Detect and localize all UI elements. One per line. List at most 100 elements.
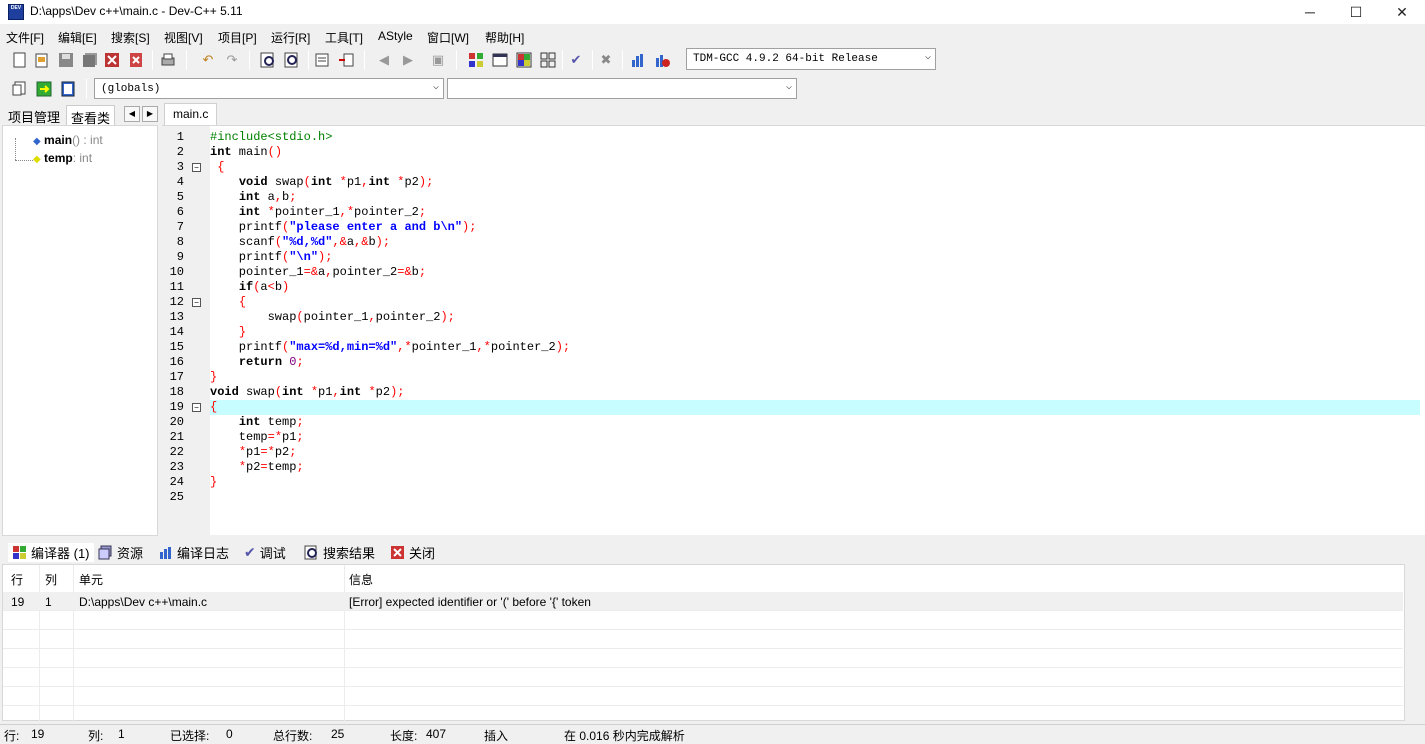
tree-item-signature: : int	[72, 151, 93, 165]
code-line[interactable]: printf("please enter a and b\n");	[210, 220, 1420, 235]
code-line[interactable]: printf("max=%d,min=%d",*pointer_1,*point…	[210, 340, 1420, 355]
menu-tools[interactable]: 工具[T]	[325, 29, 363, 46]
stop-execution-icon[interactable]: ✖	[596, 50, 616, 70]
class-toolbar: (globals) ⌵ ⌵	[4, 76, 798, 102]
tree-item-temp[interactable]: ◆ temp: int	[33, 151, 92, 165]
menu-run[interactable]: 运行[R]	[271, 29, 310, 46]
tab-close[interactable]: 关闭	[390, 543, 435, 562]
fold-toggle-icon[interactable]: −	[192, 403, 201, 412]
status-col-value: 1	[118, 727, 125, 741]
code-editor[interactable]: 1 2 3−4 5 6 7 8 9 10 11 12−13 14 15 16 17 18 19−20 21 22 23…	[162, 125, 1425, 536]
tree-item-signature: () : int	[72, 133, 103, 147]
code-line[interactable]: int a,b;	[210, 190, 1420, 205]
menu-window[interactable]: 窗口[W]	[427, 29, 469, 46]
code-line[interactable]: return 0;	[210, 355, 1420, 370]
menu-astyle[interactable]: AStyle	[378, 29, 413, 43]
column-header-unit[interactable]: 单元	[79, 571, 103, 588]
code-line[interactable]: int *pointer_1,*pointer_2;	[210, 205, 1420, 220]
tab-resources[interactable]: 资源	[98, 543, 143, 562]
code-line[interactable]: }	[210, 475, 1420, 490]
undo-icon[interactable]: ↶	[198, 50, 218, 70]
line-number: 14	[169, 325, 184, 339]
code-line[interactable]: {	[210, 400, 1420, 415]
goto-declaration-icon[interactable]	[34, 79, 54, 99]
menu-project[interactable]: 项目[P]	[218, 29, 257, 46]
tab-search-results[interactable]: 搜索结果	[304, 543, 375, 562]
menu-help[interactable]: 帮助[H]	[485, 29, 524, 46]
goto-line-icon[interactable]	[312, 50, 332, 70]
column-header-message[interactable]: 信息	[349, 571, 373, 588]
scope-select[interactable]: (globals) ⌵	[94, 78, 444, 99]
compiler-select[interactable]: TDM-GCC 4.9.2 64-bit Release ⌵	[686, 48, 936, 70]
tab-scroll-right-icon[interactable]: ▶	[142, 106, 158, 122]
column-header-line[interactable]: 行	[11, 571, 23, 588]
menu-edit[interactable]: 编辑[E]	[58, 29, 97, 46]
new-file-icon[interactable]	[10, 50, 30, 70]
code-line[interactable]: scanf("%d,%d",&a,&b);	[210, 235, 1420, 250]
save-all-icon[interactable]	[80, 50, 100, 70]
line-number: 7	[176, 220, 184, 234]
tree-item-name: main	[44, 133, 73, 147]
status-length-label: 长度:	[390, 729, 418, 743]
code-line[interactable]: int temp;	[210, 415, 1420, 430]
code-area[interactable]: #include<stdio.h> int main() { void swap(…	[210, 126, 1425, 536]
redo-icon[interactable]: ↷	[222, 50, 242, 70]
next-bookmark-icon[interactable]: ▶	[398, 50, 418, 70]
save-icon[interactable]	[56, 50, 76, 70]
rebuild-all-icon[interactable]	[538, 50, 558, 70]
tree-item-main[interactable]: ◆ main() : int	[33, 133, 103, 147]
code-line[interactable]: if(a<b)	[210, 280, 1420, 295]
tab-label: 编译器 (1)	[31, 546, 90, 561]
code-line[interactable]: void swap(int *p1,int *p2);	[210, 175, 1420, 190]
code-line[interactable]: void swap(int *p1,int *p2);	[210, 385, 1420, 400]
toggle-bookmark-icon[interactable]: ▣	[428, 50, 448, 70]
editor-tab-main-c[interactable]: main.c	[164, 103, 218, 125]
replace-icon[interactable]	[282, 50, 302, 70]
run-icon[interactable]	[490, 50, 510, 70]
code-line[interactable]	[210, 490, 1420, 505]
close-button[interactable]: ✕	[1379, 0, 1425, 24]
insert-icon[interactable]	[10, 79, 30, 99]
delete-profile-icon[interactable]	[652, 50, 672, 70]
menu-search[interactable]: 搜索[S]	[111, 29, 150, 46]
status-col-label: 列:	[88, 729, 104, 743]
profile-icon[interactable]	[628, 50, 648, 70]
code-line[interactable]: #include<stdio.h>	[210, 130, 1420, 145]
code-line[interactable]: }	[210, 370, 1420, 385]
code-line[interactable]: temp=*p1;	[210, 430, 1420, 445]
tab-compiler[interactable]: 编译器 (1)	[8, 543, 94, 562]
code-line[interactable]: {	[210, 295, 1420, 310]
menu-view[interactable]: 视图[V]	[164, 29, 203, 46]
fold-toggle-icon[interactable]: −	[192, 298, 201, 307]
close-file-icon[interactable]	[102, 50, 122, 70]
syntax-check-icon[interactable]: ✔	[566, 50, 586, 70]
tab-scroll-left-icon[interactable]: ◀	[124, 106, 140, 122]
indent-icon[interactable]	[336, 50, 356, 70]
messages-scrollbar[interactable]	[1406, 564, 1425, 721]
tab-compile-log[interactable]: 编译日志	[158, 543, 229, 562]
compile-run-icon[interactable]	[514, 50, 534, 70]
code-line[interactable]: }	[210, 325, 1420, 340]
prev-bookmark-icon[interactable]: ◀	[374, 50, 394, 70]
print-icon[interactable]	[158, 50, 178, 70]
close-all-icon[interactable]	[126, 50, 146, 70]
code-line[interactable]: *p1=*p2;	[210, 445, 1420, 460]
code-line[interactable]: pointer_1=&a,pointer_2=&b;	[210, 265, 1420, 280]
goto-definition-icon[interactable]	[58, 79, 78, 99]
symbol-select[interactable]: ⌵	[447, 78, 797, 99]
tab-debug[interactable]: ✔ 调试	[244, 543, 286, 562]
find-icon[interactable]	[258, 50, 278, 70]
code-line[interactable]: int main()	[210, 145, 1420, 160]
open-file-icon[interactable]	[32, 50, 52, 70]
minimize-button[interactable]: ─	[1287, 0, 1333, 24]
code-line[interactable]: swap(pointer_1,pointer_2);	[210, 310, 1420, 325]
code-line[interactable]: {	[210, 160, 1420, 175]
code-line[interactable]: *p2=temp;	[210, 460, 1420, 475]
compile-icon[interactable]	[466, 50, 486, 70]
table-row[interactable]: 19 1 D:\apps\Dev c++\main.c [Error] expe…	[3, 592, 1403, 611]
menu-file[interactable]: 文件[F]	[6, 29, 44, 46]
fold-toggle-icon[interactable]: −	[192, 163, 201, 172]
column-header-col[interactable]: 列	[45, 571, 57, 588]
maximize-button[interactable]: ☐	[1333, 0, 1379, 24]
code-line[interactable]: printf("\n");	[210, 250, 1420, 265]
